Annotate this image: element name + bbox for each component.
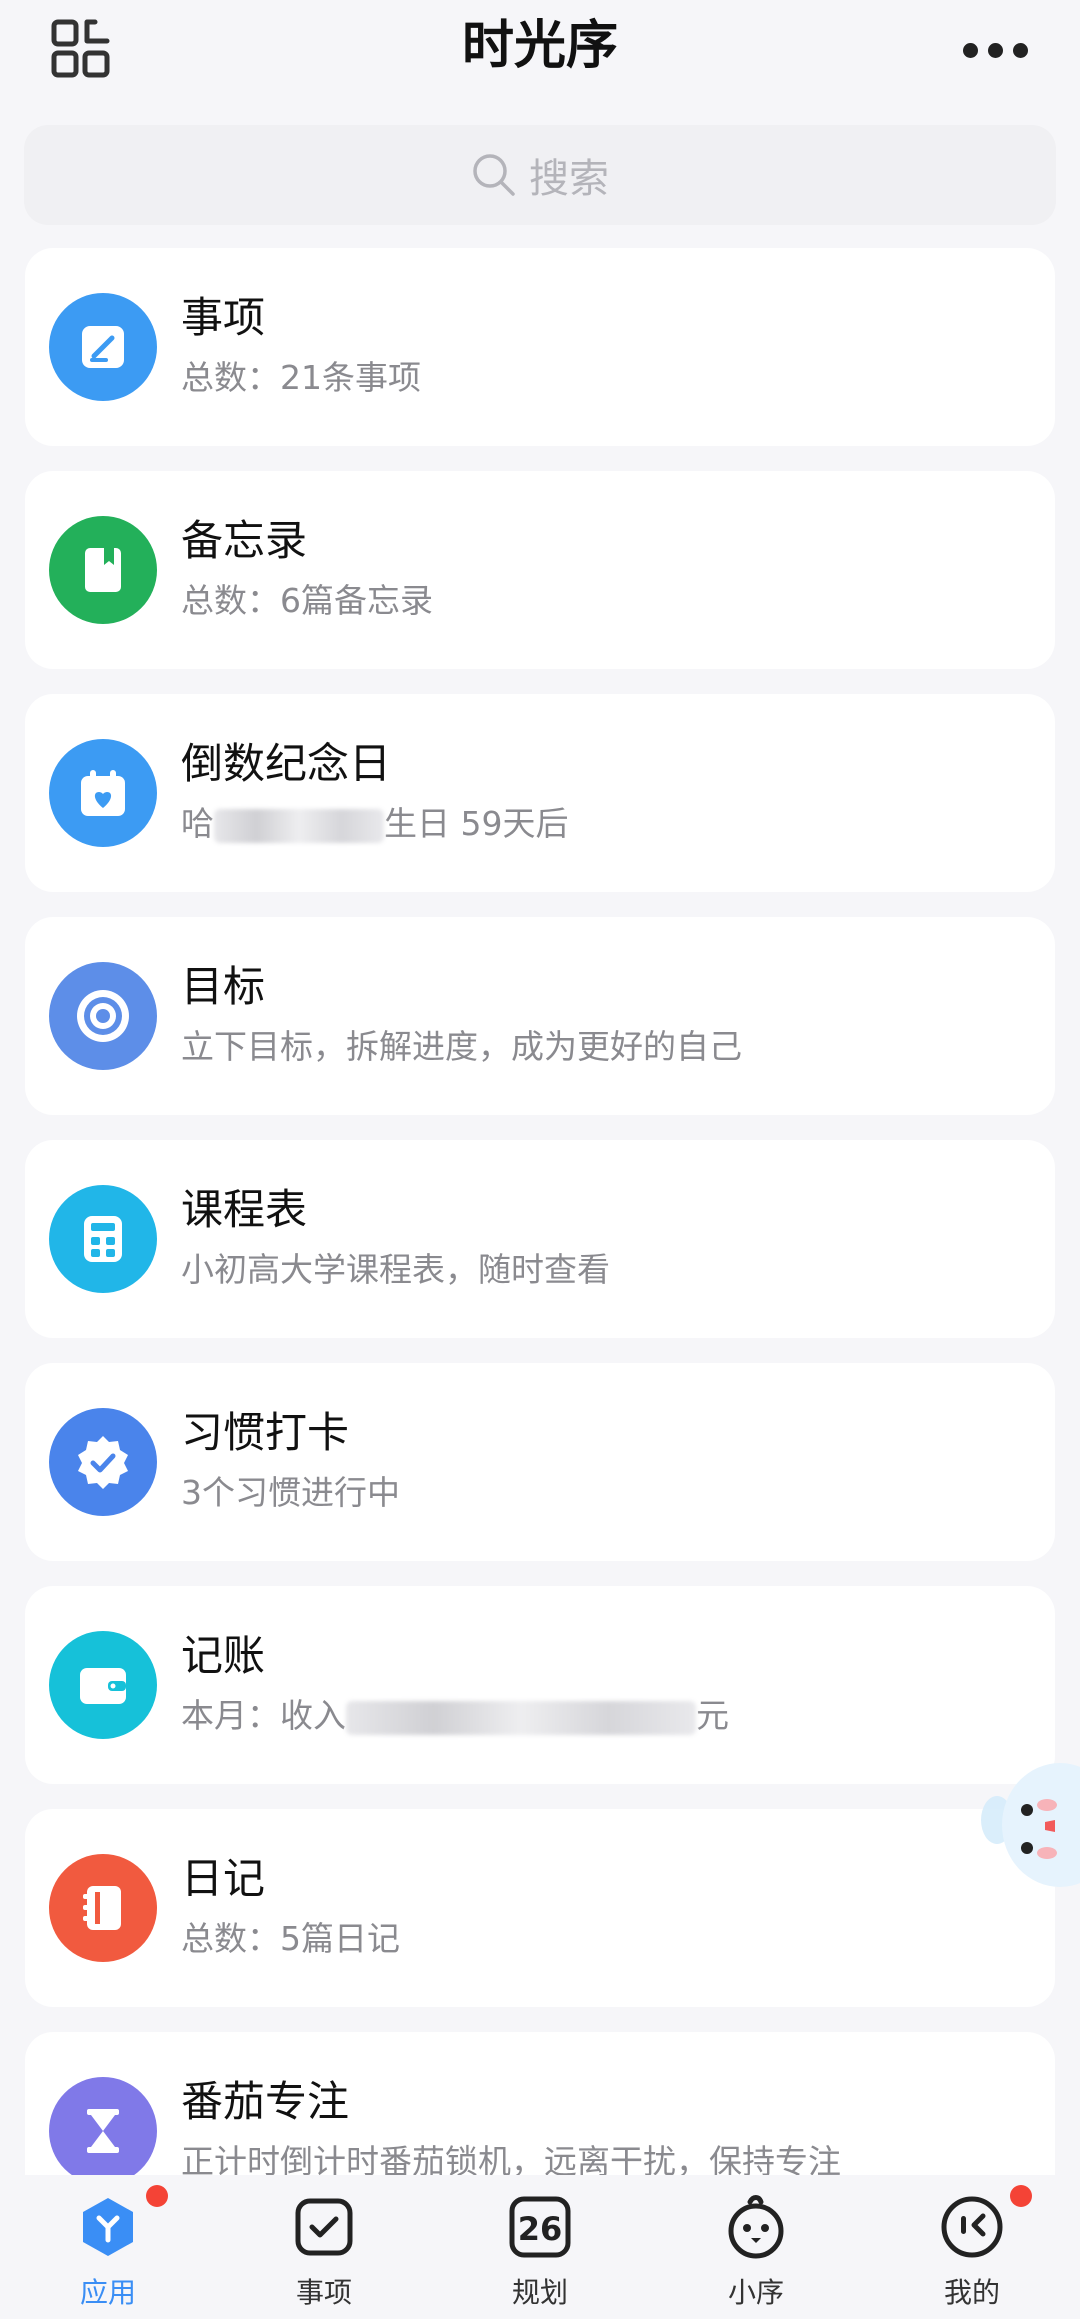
check-square-icon bbox=[286, 2189, 362, 2265]
app-card-habit[interactable]: 习惯打卡 3个习惯进行中 bbox=[25, 1363, 1055, 1561]
app-subtitle: 小初高大学课程表，随时查看 bbox=[181, 1250, 610, 1289]
app-card-accounting[interactable]: 记账 本月：收入元 bbox=[25, 1586, 1055, 1784]
hourglass-icon bbox=[49, 2077, 157, 2185]
app-name: 记账 bbox=[181, 1631, 266, 1680]
tab-xiaoxu[interactable]: 小序 bbox=[648, 2175, 864, 2319]
app-card-memo[interactable]: 备忘录 总数：6篇备忘录 bbox=[25, 471, 1055, 669]
edit-icon bbox=[49, 293, 157, 401]
calendar-26-icon: 26 bbox=[502, 2189, 578, 2265]
calendar-heart-icon bbox=[49, 739, 157, 847]
app-card-diary[interactable]: 日记 总数：5篇日记 bbox=[25, 1809, 1055, 2007]
app-name: 备忘录 bbox=[181, 516, 308, 565]
app-subtitle: 立下目标，拆解进度，成为更好的自己 bbox=[181, 1027, 742, 1066]
apps-icon bbox=[70, 2189, 146, 2265]
bottom-tab-bar: 应用 事项 26 规划 小序 我的 bbox=[0, 2175, 1080, 2319]
calculator-icon bbox=[49, 1185, 157, 1293]
app-subtitle: 总数：5篇日记 bbox=[181, 1919, 400, 1958]
floating-mascot-button[interactable] bbox=[975, 1750, 1080, 1900]
app-card-items[interactable]: 事项 总数：21条事项 bbox=[25, 248, 1055, 446]
mascot-icon bbox=[718, 2189, 794, 2265]
tab-profile[interactable]: 我的 bbox=[864, 2175, 1080, 2319]
diary-icon bbox=[49, 1854, 157, 1962]
notification-badge bbox=[1010, 2185, 1032, 2207]
more-icon[interactable] bbox=[950, 22, 1040, 78]
app-name: 事项 bbox=[181, 293, 266, 342]
page-title: 时光序 bbox=[461, 16, 618, 76]
tab-label: 规划 bbox=[511, 2276, 568, 2309]
notification-badge bbox=[146, 2185, 168, 2207]
badge-check-icon bbox=[49, 1408, 157, 1516]
calendar-day-number: 26 bbox=[518, 2210, 563, 2248]
tab-items[interactable]: 事项 bbox=[216, 2175, 432, 2319]
app-subtitle: 总数：6篇备忘录 bbox=[181, 581, 433, 620]
app-card-schedule[interactable]: 课程表 小初高大学课程表，随时查看 bbox=[25, 1140, 1055, 1338]
tab-label: 我的 bbox=[943, 2276, 1000, 2309]
app-list: 事项 总数：21条事项 备忘录 总数：6篇备忘录 倒数纪念日 哈生日 59天后 bbox=[25, 248, 1055, 2255]
app-subtitle: 总数：21条事项 bbox=[181, 358, 421, 397]
app-name: 习惯打卡 bbox=[181, 1408, 350, 1457]
app-card-countdown[interactable]: 倒数纪念日 哈生日 59天后 bbox=[25, 694, 1055, 892]
app-subtitle: 3个习惯进行中 bbox=[181, 1473, 400, 1512]
app-name: 课程表 bbox=[181, 1185, 308, 1234]
wallet-icon bbox=[49, 1631, 157, 1739]
search-icon bbox=[473, 154, 515, 196]
notebook-icon bbox=[49, 516, 157, 624]
header: 时光序 bbox=[0, 0, 1080, 110]
search-placeholder: 搜索 bbox=[529, 156, 609, 202]
search-input[interactable]: 搜索 bbox=[24, 125, 1056, 225]
app-subtitle: 本月：收入元 bbox=[181, 1696, 729, 1735]
app-name: 番茄专注 bbox=[181, 2077, 350, 2126]
tab-label: 事项 bbox=[295, 2276, 352, 2309]
tab-planning[interactable]: 26 规划 bbox=[432, 2175, 648, 2319]
target-icon bbox=[49, 962, 157, 1070]
tab-label: 小序 bbox=[727, 2276, 784, 2309]
tab-label: 应用 bbox=[79, 2276, 136, 2309]
tab-apps[interactable]: 应用 bbox=[0, 2175, 216, 2319]
app-subtitle: 哈生日 59天后 bbox=[181, 804, 569, 843]
app-card-goal[interactable]: 目标 立下目标，拆解进度，成为更好的自己 bbox=[25, 917, 1055, 1115]
profile-icon bbox=[934, 2189, 1010, 2265]
app-name: 目标 bbox=[181, 962, 266, 1011]
app-name: 日记 bbox=[181, 1854, 266, 1903]
app-name: 倒数纪念日 bbox=[181, 739, 392, 788]
